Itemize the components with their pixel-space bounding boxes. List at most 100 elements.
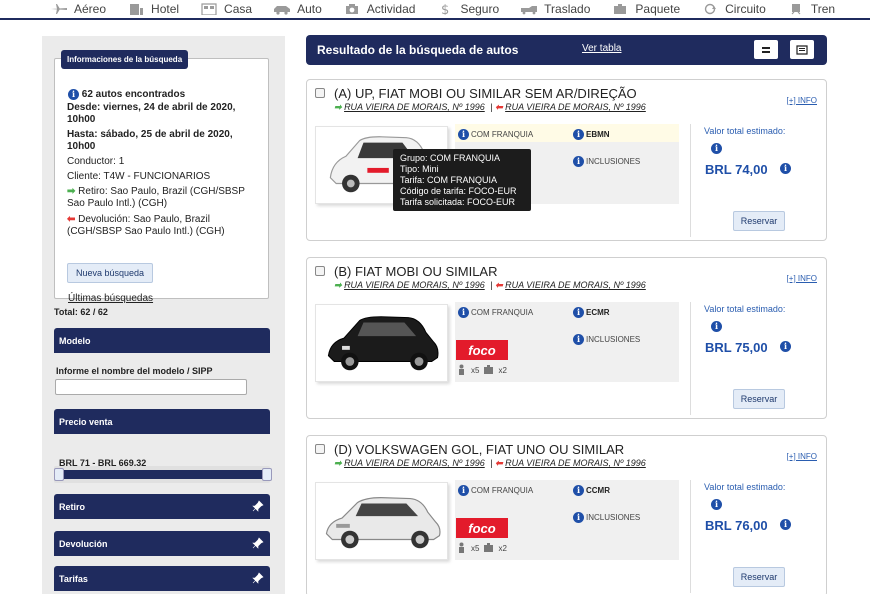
sipp-attr[interactable]: i CCMR	[573, 485, 610, 496]
nav-tren[interactable]: Tren	[787, 2, 835, 16]
pin-icon[interactable]	[252, 572, 264, 584]
info-icon[interactable]: i	[780, 163, 791, 174]
price-slider[interactable]	[54, 468, 272, 481]
dropoff-location-link[interactable]: RUA VIEIRA DE MORAIS, Nº 1996	[505, 280, 646, 290]
pin-icon[interactable]	[252, 537, 264, 549]
nav-paquete-label: Paquete	[635, 2, 681, 16]
nav-aereo[interactable]: Aéreo	[50, 2, 106, 16]
pickup-location-link[interactable]: RUA VIEIRA DE MORAIS, Nº 1996	[344, 280, 485, 290]
last-searches-link[interactable]: Últimas búsquedas	[68, 293, 153, 304]
filter-devolucion-header[interactable]: Devolución	[54, 531, 270, 556]
nav-traslado[interactable]: Traslado	[520, 2, 590, 16]
foco-logo: foco	[456, 518, 508, 538]
nav-casa[interactable]: Casa	[200, 2, 252, 16]
info-icon: i	[458, 129, 469, 140]
info-icon: i	[458, 485, 469, 496]
person-icon	[459, 364, 464, 375]
info-icon: i	[573, 129, 584, 140]
franquia-attr[interactable]: i COM FRANQUIA	[458, 307, 533, 318]
pickup-location-link[interactable]: RUA VIEIRA DE MORAIS, Nº 1996	[344, 458, 485, 468]
filter-tarifas-header[interactable]: Tarifas	[54, 566, 270, 591]
arrow-left-icon: ⬅	[495, 458, 503, 468]
tooltip-tarifa: Tarifa: COM FRANQUIA	[400, 175, 498, 185]
sipp-attr[interactable]: i ECMR	[573, 307, 610, 318]
nav-auto[interactable]: Auto	[273, 2, 322, 16]
car-picture	[327, 316, 439, 371]
filter-precio-header[interactable]: Precio venta	[54, 409, 270, 434]
more-info-link[interactable]: [+] INFO	[787, 274, 817, 283]
sipp-attr[interactable]: i EBMN	[573, 129, 610, 140]
reserve-button[interactable]: Reservar	[733, 567, 785, 587]
info-icon[interactable]: i	[780, 341, 791, 352]
info-icon[interactable]: i	[711, 143, 722, 154]
select-checkbox[interactable]	[315, 444, 325, 454]
price-value: BRL 75,00	[705, 340, 768, 355]
dropoff-location-link[interactable]: RUA VIEIRA DE MORAIS, Nº 1996	[505, 458, 646, 468]
list-view-button[interactable]	[790, 40, 814, 59]
nav-circuito-label: Circuito	[725, 2, 766, 16]
car-image	[315, 304, 448, 382]
sort-button[interactable]	[754, 40, 778, 59]
car-card: (D) VOLKSWAGEN GOL, FIAT UNO OU SIMILAR …	[306, 435, 827, 594]
pickup-location-link[interactable]: RUA VIEIRA DE MORAIS, Nº 1996	[344, 102, 485, 112]
car-card: (A) UP, FIAT MOBI OU SIMILAR SEM AR/DIRE…	[306, 79, 827, 241]
dropoff-location-link[interactable]: RUA VIEIRA DE MORAIS, Nº 1996	[505, 102, 646, 112]
info-icon: i	[573, 485, 584, 496]
view-table-link[interactable]: Ver tabla	[582, 43, 621, 54]
more-info-link[interactable]: [+] INFO	[787, 96, 817, 105]
info-icon: i	[573, 307, 584, 318]
reserve-button[interactable]: Reservar	[733, 211, 785, 231]
inclusiones-attr[interactable]: i INCLUSIONES	[573, 512, 640, 523]
info-icon[interactable]: i	[711, 499, 722, 510]
arrow-right-icon: ➡	[334, 102, 342, 112]
nav-actividad[interactable]: Actividad	[343, 2, 416, 16]
franquia-attr[interactable]: i COM FRANQUIA	[458, 485, 533, 496]
nav-seguro[interactable]: $ Seguro	[436, 2, 499, 16]
arrow-right-icon: ➡	[334, 280, 342, 290]
car-title: (B) FIAT MOBI OU SIMILAR	[334, 264, 498, 279]
info-icon[interactable]: i	[711, 321, 722, 332]
list-icon	[796, 44, 808, 55]
price-column: Valor total estimado: i BRL 75,00 i Rese…	[690, 302, 822, 415]
more-info-link[interactable]: [+] INFO	[787, 452, 817, 461]
filter-modelo-header[interactable]: Modelo	[54, 328, 270, 353]
nav-actividad-label: Actividad	[366, 2, 416, 16]
arrow-right-icon: ➡	[67, 186, 76, 197]
nav-circuito[interactable]: Circuito	[701, 2, 766, 16]
top-nav: Aéreo Hotel Casa Auto Actividad $ Seguro …	[0, 0, 870, 20]
select-checkbox[interactable]	[315, 266, 325, 276]
sort-icon	[762, 46, 770, 53]
transfer-icon	[521, 6, 538, 15]
nav-paquete[interactable]: Paquete	[611, 2, 680, 16]
inclusiones-attr[interactable]: i INCLUSIONES	[573, 156, 640, 167]
inclusiones-attr[interactable]: i INCLUSIONES	[573, 334, 640, 345]
devolucion-line-2: (CGH/SBSP Sao Paulo Intl.) (CGH)	[67, 226, 225, 237]
franquia-attr[interactable]: i COM FRANQUIA	[458, 129, 533, 140]
car-picture	[325, 497, 441, 549]
house-icon	[201, 3, 217, 15]
new-search-button[interactable]: Nueva búsqueda	[67, 263, 153, 283]
slider-min-handle[interactable]	[54, 468, 64, 481]
pin-icon[interactable]	[252, 500, 264, 512]
select-checkbox[interactable]	[315, 88, 325, 98]
luggage-icon	[484, 365, 494, 374]
nav-casa-label: Casa	[224, 2, 253, 16]
location-line: ➡ RUA VIEIRA DE MORAIS, Nº 1996 | ⬅ RUA …	[334, 102, 646, 112]
slider-max-handle[interactable]	[262, 468, 272, 481]
modelo-input[interactable]	[55, 379, 247, 395]
nav-traslado-label: Traslado	[544, 2, 591, 16]
filter-retiro-header[interactable]: Retiro	[54, 494, 270, 519]
retiro-line-1: ➡ Retiro: Sao Paulo, Brazil (CGH/SBSP	[67, 186, 245, 197]
arrow-left-icon: ⬅	[495, 102, 503, 112]
price-label: Valor total estimado:	[704, 482, 786, 492]
info-icon: i	[68, 89, 79, 100]
sidebar: i 62 autos encontrados Desde: viernes, 2…	[42, 36, 285, 594]
modelo-label: Informe el nombre del modelo / SIPP	[56, 366, 213, 376]
car-icon	[274, 6, 291, 15]
nav-tren-label: Tren	[810, 2, 836, 16]
nav-auto-label: Auto	[297, 2, 322, 16]
info-icon: i	[573, 334, 584, 345]
info-icon[interactable]: i	[780, 519, 791, 530]
nav-hotel[interactable]: Hotel	[127, 2, 179, 16]
reserve-button[interactable]: Reservar	[733, 389, 785, 409]
